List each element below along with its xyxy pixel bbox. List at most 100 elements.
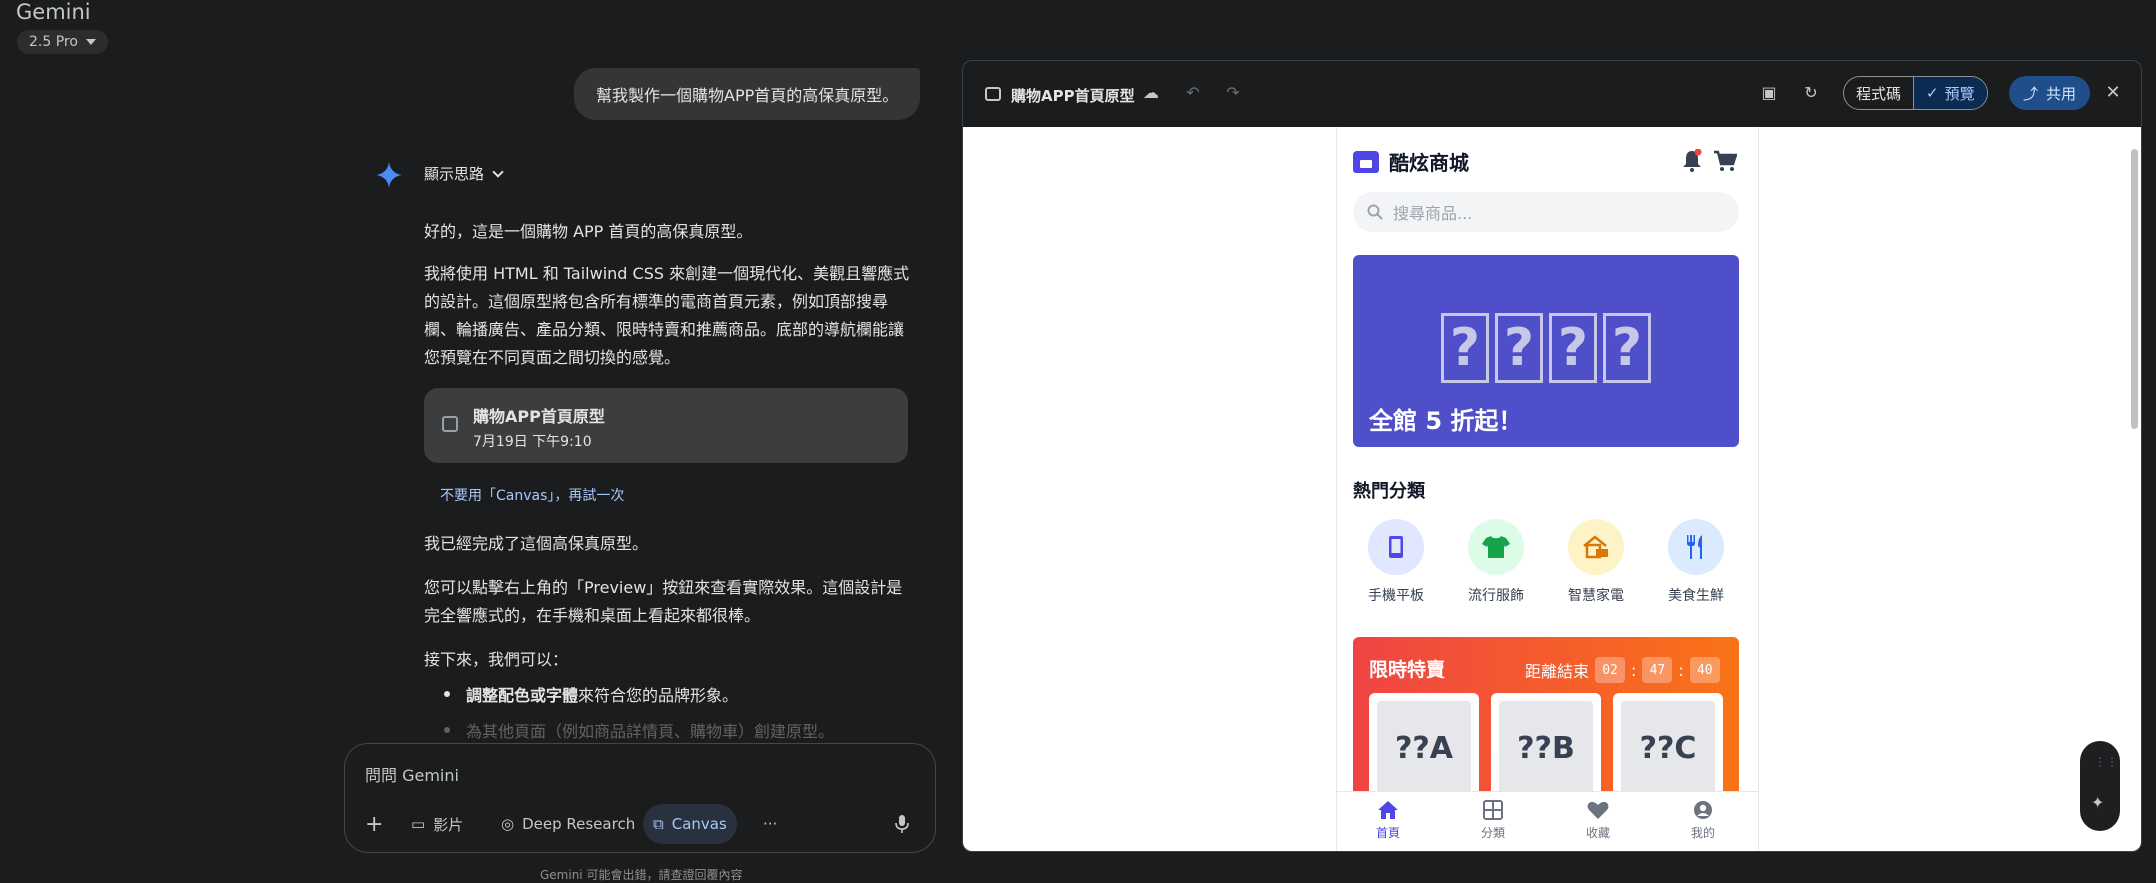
magic-edit-icon[interactable]: ✦	[2091, 793, 2104, 812]
countdown-hours: 02	[1595, 657, 1626, 683]
category-phone[interactable]: 手機平板	[1353, 519, 1439, 605]
canvas-title: 購物APP首頁原型	[1011, 87, 1135, 105]
search-placeholder: 搜尋商品...	[1393, 204, 1473, 223]
promo-banner[interactable]: ? ? ? ? 全館 5 折起！	[1353, 255, 1739, 447]
code-tab[interactable]: 程式碼	[1844, 77, 1913, 109]
product-image: ??B	[1499, 701, 1593, 795]
add-button[interactable]: +	[355, 804, 393, 844]
drag-handle-icon[interactable]: ⋮⋮	[2094, 755, 2118, 769]
banner-image-placeholder: ? ? ? ?	[1441, 313, 1651, 383]
categories-title: 熱門分類	[1353, 481, 1425, 502]
list-item: 調整配色或字體來符合您的品牌形象。	[444, 682, 738, 706]
product-image: ??A	[1377, 701, 1471, 795]
share-button[interactable]: ⤴ 共用	[2009, 76, 2091, 110]
canvas-tool-button[interactable]: ⧉ Canvas	[643, 804, 737, 844]
model-selector[interactable]: 2.5 Pro	[17, 30, 108, 54]
video-icon: ▭	[411, 815, 426, 833]
nav-profile[interactable]: 我的	[1658, 800, 1748, 841]
preview-tab-label: 預覽	[1944, 84, 1975, 103]
banner-glyph: ?	[1603, 313, 1651, 383]
redo-icon[interactable]: ↷	[1225, 85, 1241, 101]
undo-icon[interactable]: ↶	[1185, 85, 1201, 101]
category-fashion[interactable]: 流行服飾	[1453, 519, 1539, 605]
disclaimer-text: Gemini 可能會出錯，請查證回覆內容	[540, 868, 743, 882]
scrollbar-thumb[interactable]	[2131, 149, 2138, 429]
canvas-document-card[interactable]: 購物APP首頁原型 7月19日 下午9:10	[424, 388, 908, 463]
flash-sale-section: 限時特賣 距離結束 02 : 47 : 40 ??A ??B ??C	[1353, 637, 1739, 817]
search-icon	[1367, 204, 1383, 220]
more-icon: ···	[763, 815, 778, 833]
category-label: 手機平板	[1368, 588, 1424, 604]
console-icon[interactable]: ▣	[1761, 85, 1777, 101]
home-icon	[1378, 801, 1398, 819]
canvas-card-title: 購物APP首頁原型	[473, 407, 605, 426]
close-icon[interactable]: ✕	[2105, 84, 2121, 102]
app-title: Gemini	[16, 0, 91, 24]
nav-categories[interactable]: 分類	[1448, 800, 1538, 841]
bullet-text: 為其他頁面（例如商品詳情頁、購物車）創建原型。	[466, 722, 835, 741]
nav-label: 收藏	[1585, 826, 1610, 840]
category-appliance[interactable]: 智慧家電	[1553, 519, 1639, 605]
deep-research-button[interactable]: ◎ Deep Research	[491, 804, 645, 844]
flash-sale-title: 限時特賣	[1369, 659, 1446, 681]
video-tool-label: 影片	[433, 815, 464, 834]
prompt-input-box[interactable]: 問問 Gemini + ▭ 影片 ◎ Deep Research ⧉ Canva…	[344, 743, 936, 853]
research-icon: ◎	[501, 815, 515, 833]
search-input[interactable]: 搜尋商品...	[1353, 192, 1739, 232]
model-label: 2.5 Pro	[29, 34, 78, 50]
microphone-icon	[895, 815, 909, 833]
check-icon: ✓	[1926, 84, 1939, 102]
category-food[interactable]: 美食生鮮	[1653, 519, 1739, 605]
canvas-icon: ⧉	[653, 815, 664, 833]
refresh-icon[interactable]: ↻	[1803, 85, 1819, 101]
nav-label: 首頁	[1375, 826, 1400, 840]
heart-icon	[1587, 801, 1609, 819]
banner-text: 全館 5 折起！	[1369, 407, 1523, 435]
caret-down-icon	[85, 39, 96, 45]
code-document-icon	[442, 416, 458, 432]
category-label: 流行服飾	[1468, 588, 1524, 604]
microphone-button[interactable]	[885, 804, 919, 844]
home-appliance-icon	[1568, 519, 1624, 575]
shirt-icon	[1468, 519, 1524, 575]
bullet-dot	[444, 691, 450, 697]
show-thoughts-label: 顯示思路	[424, 165, 485, 183]
store-logo[interactable]: 酷炫商城	[1353, 147, 1469, 176]
response-done: 我已經完成了這個高保真原型。	[424, 534, 649, 553]
user-message-text: 幫我製作一個購物APP首頁的高保真原型。	[596, 86, 899, 105]
phone-icon	[1368, 519, 1424, 575]
preview-tab[interactable]: ✓ 預覽	[1913, 77, 1987, 109]
code-tab-label: 程式碼	[1856, 84, 1902, 103]
colon: :	[1678, 660, 1684, 680]
banner-glyph: ?	[1495, 313, 1543, 383]
nav-label: 分類	[1480, 826, 1505, 840]
nav-home[interactable]: 首頁	[1343, 800, 1433, 841]
list-item: 為其他頁面（例如商品詳情頁、購物車）創建原型。	[444, 718, 834, 742]
nav-favorites[interactable]: 收藏	[1553, 800, 1643, 841]
video-tool-button[interactable]: ▭ 影片	[401, 804, 473, 844]
cloud-sync-icon[interactable]: ☁	[1143, 85, 1159, 101]
response-intro: 好的，這是一個購物 APP 首頁的高保真原型。	[424, 222, 753, 241]
more-tools-button[interactable]: ···	[753, 804, 787, 844]
user-message-bubble: 幫我製作一個購物APP首頁的高保真原型。	[574, 68, 921, 120]
canvas-card-date: 7月19日 下午9:10	[473, 434, 592, 450]
category-label: 智慧家電	[1568, 588, 1624, 604]
canvas-panel: 購物APP首頁原型 ☁ ↶ ↷ ▣ ↻ 程式碼 ✓ 預覽 ⤴ 共用 ✕ 酷炫商城 …	[962, 60, 2142, 852]
phone-preview: 酷炫商城 搜尋商品... ? ? ? ? 全館 5 折起！ 熱門分類 手機平板 …	[1336, 127, 1759, 851]
colon: :	[1631, 660, 1637, 680]
share-label: 共用	[2046, 84, 2077, 103]
banner-glyph: ?	[1441, 313, 1489, 383]
retry-without-canvas-link[interactable]: 不要用「Canvas」，再試一次	[440, 485, 624, 505]
countdown-seconds: 40	[1689, 657, 1720, 683]
gemini-spark-icon	[376, 162, 402, 188]
show-thoughts-toggle[interactable]: 顯示思路	[424, 163, 504, 184]
countdown-label: 距離結束	[1525, 662, 1590, 681]
view-toggle[interactable]: 程式碼 ✓ 預覽	[1843, 76, 1988, 110]
banner-glyph: ?	[1549, 313, 1597, 383]
canvas-tool-label: Canvas	[671, 815, 727, 833]
bullet-dot	[444, 727, 450, 733]
response-next: 接下來，我們可以：	[424, 650, 569, 669]
cart-icon[interactable]	[1713, 149, 1737, 173]
product-image: ??C	[1621, 701, 1715, 795]
bell-icon[interactable]	[1681, 149, 1703, 173]
